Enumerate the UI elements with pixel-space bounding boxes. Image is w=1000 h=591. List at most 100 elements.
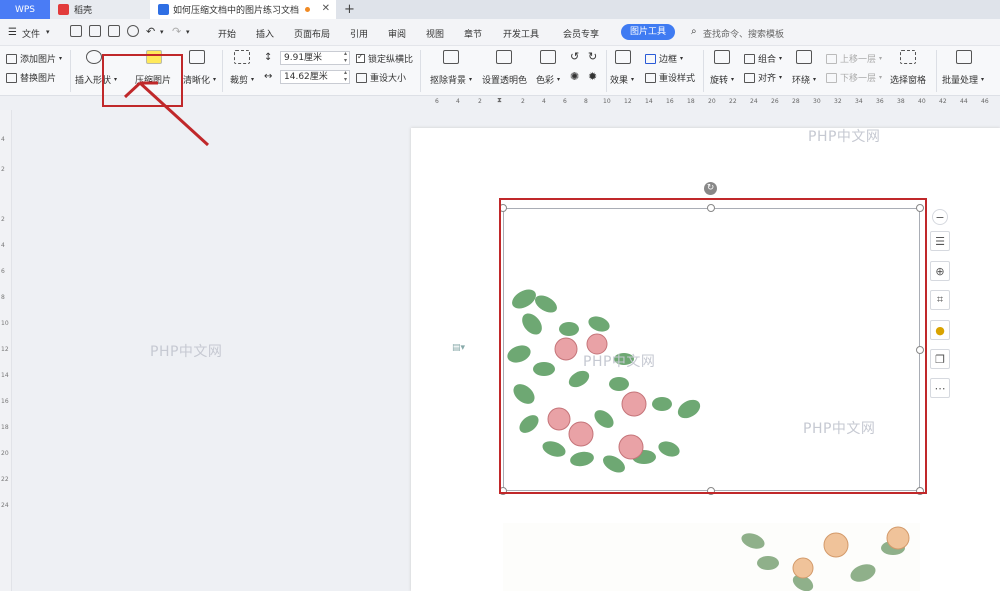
selection-pane-button[interactable]: 选择窗格 [890, 73, 926, 86]
ruler-indent-marker-icon[interactable]: ⧗ [497, 96, 502, 105]
set-transparent-button[interactable]: 设置透明色 [482, 73, 527, 86]
add-image-button[interactable]: 添加图片 ▾ [6, 52, 62, 65]
crop-side-icon[interactable]: ⌗ [930, 290, 950, 310]
effects-button[interactable]: 效果 ▾ [610, 73, 634, 86]
height-input[interactable]: 9.91厘米 [280, 50, 350, 65]
menu-member[interactable]: 会员专享 [563, 27, 599, 40]
group-icon [744, 53, 755, 64]
batch-process-button[interactable]: 批量处理 ▾ [942, 73, 984, 86]
ruler-tick: 20 [1, 450, 9, 457]
ruler-tick: 12 [1, 346, 9, 353]
tab-bar: WPS 稻壳 如何压缩文档中的图片练习文档 ✕ + [0, 0, 1000, 19]
save-icon[interactable] [70, 25, 82, 37]
send-backward-button[interactable]: 下移一层 ▾ [826, 71, 882, 84]
ruler-tick: 18 [687, 98, 695, 105]
rotate-handle-icon[interactable]: ↻ [704, 182, 717, 195]
rotate-button[interactable]: 旋转 ▾ [710, 73, 734, 86]
print-preview-icon[interactable] [127, 25, 139, 37]
collapse-toolbar-icon[interactable]: − [932, 209, 948, 225]
rotate-left-icon[interactable]: ↺ [570, 50, 579, 63]
set-transparent-label: 设置透明色 [482, 76, 528, 86]
ruler-tick: 36 [876, 98, 884, 105]
wrap-text-icon [796, 50, 812, 64]
remove-background-button[interactable]: 抠除背景 ▾ [430, 73, 472, 86]
border-button[interactable]: 边框 ▾ [645, 52, 683, 65]
ruler-tick: 2 [521, 98, 525, 105]
close-tab-icon[interactable]: ✕ [322, 3, 330, 14]
smart-suggest-icon[interactable]: ● [930, 320, 950, 340]
ribbon-separator [420, 50, 421, 92]
group-label: 组合 [758, 55, 777, 65]
effects-icon [615, 50, 631, 64]
reset-style-button[interactable]: 重设样式 [645, 71, 695, 84]
replace-image-button[interactable]: 替换图片 [6, 71, 56, 84]
vertical-ruler[interactable]: 4 2 2 4 6 8 10 12 14 16 18 20 22 24 [0, 110, 12, 591]
menu-developer[interactable]: 开发工具 [503, 27, 539, 40]
zoom-image-icon[interactable]: ⊕ [930, 261, 950, 281]
menu-view[interactable]: 视图 [426, 27, 444, 40]
ruler-tick: 34 [855, 98, 863, 105]
menu-bar: ☰ 文件 ▾ ↶ ▾ ↷ ▾ 开始 插入 页面布局 引用 审阅 视图 章节 开发… [0, 19, 1000, 46]
export-icon[interactable] [89, 25, 101, 37]
replace-image-icon [6, 72, 17, 83]
lock-ratio-checkbox[interactable]: 锁定纵横比 [356, 52, 413, 65]
crop-button[interactable]: 裁剪 ▾ [230, 73, 254, 86]
ruler-tick: 18 [1, 424, 9, 431]
reset-size-icon [356, 72, 367, 83]
border-label: 边框 [659, 55, 678, 65]
ribbon-separator [70, 50, 71, 92]
tab-shell[interactable]: 稻壳 [50, 0, 150, 19]
layout-options-side-icon[interactable]: ☰ [930, 231, 950, 251]
menu-file[interactable]: 文件 [22, 27, 40, 40]
search-icon[interactable]: ⌕ [691, 26, 697, 37]
align-button[interactable]: 对齐 ▾ [744, 71, 782, 84]
group-button[interactable]: 组合 ▾ [744, 52, 782, 65]
command-search[interactable]: 查找命令、搜索模板 [703, 27, 784, 40]
reset-size-label: 重设大小 [370, 74, 407, 84]
menu-review[interactable]: 审阅 [388, 27, 406, 40]
more-quick-icon[interactable]: ▾ [186, 28, 190, 36]
send-backward-icon [826, 72, 837, 83]
checkbox-checked-icon [356, 52, 365, 63]
hamburger-icon[interactable]: ☰ [8, 27, 17, 38]
height-icon: ↕ [264, 52, 273, 63]
print-icon[interactable] [108, 25, 120, 37]
copy-image-icon[interactable]: ❐ [930, 349, 950, 369]
color-button[interactable]: 色彩 ▾ [536, 73, 560, 86]
ribbon-separator [222, 50, 223, 92]
undo-dropdown-icon[interactable]: ▾ [160, 28, 164, 36]
wrap-button[interactable]: 环绕 ▾ [792, 73, 816, 86]
brightness-down-icon[interactable]: ✹ [588, 70, 597, 83]
second-image[interactable] [503, 523, 920, 591]
menu-home[interactable]: 开始 [218, 27, 236, 40]
bring-forward-label: 上移一层 [840, 55, 877, 65]
brightness-up-icon[interactable]: ✺ [570, 70, 579, 83]
new-tab-button[interactable]: + [336, 0, 363, 19]
more-options-icon[interactable]: ⋯ [930, 378, 950, 398]
reset-size-button[interactable]: 重设大小 [356, 71, 406, 84]
reset-style-label: 重设样式 [659, 74, 696, 84]
menu-chapter[interactable]: 章节 [464, 27, 482, 40]
ruler-tick: 16 [666, 98, 674, 105]
ruler-tick: 2 [1, 216, 5, 223]
ruler-tick: 40 [918, 98, 926, 105]
ruler-tick: 46 [981, 98, 989, 105]
tab-document[interactable]: 如何压缩文档中的图片练习文档 ✕ [150, 0, 336, 19]
ribbon-separator [703, 50, 704, 92]
layout-options-icon[interactable]: ▤▾ [452, 343, 465, 353]
menu-references[interactable]: 引用 [350, 27, 368, 40]
bring-forward-button[interactable]: 上移一层 ▾ [826, 52, 882, 65]
ruler-tick: 6 [563, 98, 567, 105]
border-icon [645, 53, 656, 64]
width-input[interactable]: 14.62厘米 [280, 69, 350, 84]
undo-icon[interactable]: ↶ [146, 25, 155, 38]
redo-icon[interactable]: ↷ [172, 25, 181, 38]
effects-label: 效果 [610, 76, 629, 86]
tab-wps[interactable]: WPS [0, 0, 50, 19]
menu-insert[interactable]: 插入 [256, 27, 274, 40]
menu-page-layout[interactable]: 页面布局 [294, 27, 330, 40]
chevron-down-icon[interactable]: ▾ [46, 28, 50, 36]
rotate-right-icon[interactable]: ↻ [588, 50, 597, 63]
menu-picture-tools[interactable]: 图片工具 [621, 24, 676, 40]
ruler-tick: 32 [834, 98, 842, 105]
